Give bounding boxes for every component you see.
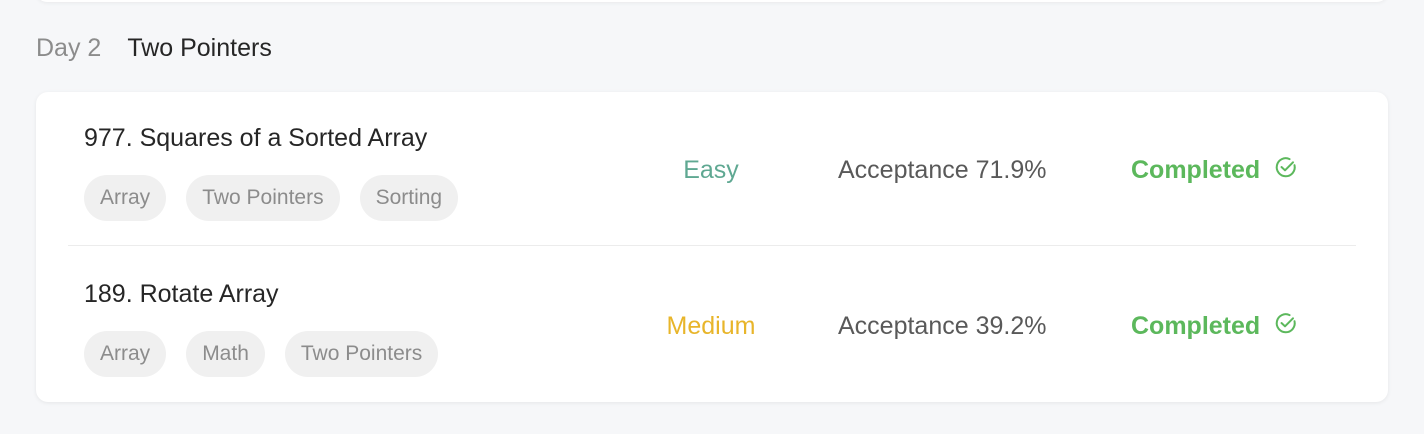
check-circle-icon <box>1275 313 1296 334</box>
tag-chip[interactable]: Two Pointers <box>284 331 439 377</box>
problem-row[interactable]: 189. Rotate Array Array Math Two Pointer… <box>36 247 1388 402</box>
tag-chip[interactable]: Array <box>84 331 167 377</box>
tag-chip[interactable]: Math <box>186 331 265 377</box>
day-label: Day 2 <box>36 33 102 62</box>
status-badge: Completed <box>1131 311 1298 341</box>
difficulty-label: Easy <box>683 156 739 184</box>
acceptance-rate: Acceptance 39.2% <box>838 312 1047 340</box>
problem-tags: Array Math Two Pointers <box>84 331 439 377</box>
status-label: Completed <box>1131 312 1261 340</box>
status-label: Completed <box>1131 156 1261 184</box>
status-badge: Completed <box>1131 155 1298 185</box>
tag-chip[interactable]: Array <box>84 175 167 221</box>
difficulty-label: Medium <box>666 312 756 340</box>
problem-list-card: 977. Squares of a Sorted Array Array Two… <box>36 92 1388 402</box>
section-header: Day 2 Two Pointers <box>36 30 272 66</box>
problem-title[interactable]: 189. Rotate Array <box>84 279 279 309</box>
acceptance-rate: Acceptance 71.9% <box>838 156 1047 184</box>
problem-tags: Array Two Pointers Sorting <box>84 175 459 221</box>
section-title: Two Pointers <box>127 33 272 62</box>
check-circle-icon <box>1275 157 1296 178</box>
previous-card <box>36 0 1388 2</box>
row-divider <box>68 245 1356 246</box>
problem-row[interactable]: 977. Squares of a Sorted Array Array Two… <box>36 92 1388 247</box>
tag-chip[interactable]: Two Pointers <box>186 175 340 221</box>
problem-title[interactable]: 977. Squares of a Sorted Array <box>84 123 427 153</box>
tag-chip[interactable]: Sorting <box>359 175 459 221</box>
